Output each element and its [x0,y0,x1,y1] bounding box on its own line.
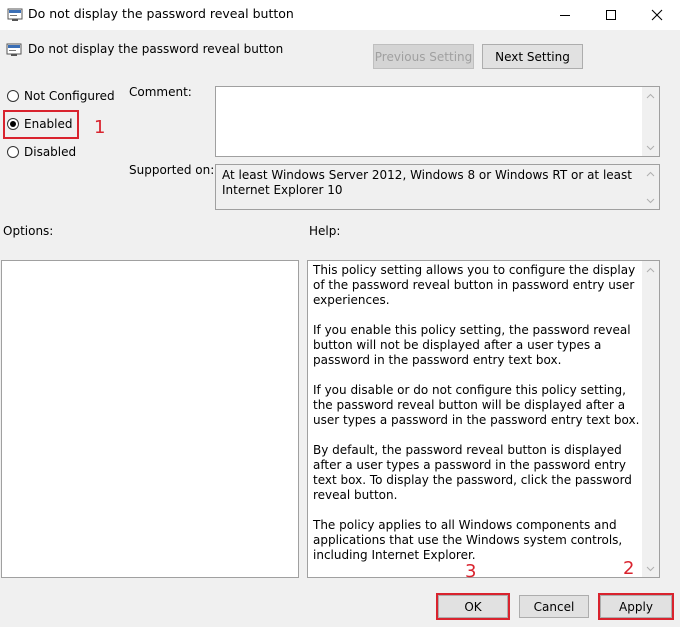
scroll-up-arrow-icon[interactable] [642,165,659,182]
policy-window-icon [7,8,23,21]
options-label: Options: [3,224,54,238]
help-label: Help: [309,224,341,238]
options-panel [1,260,299,578]
scroll-down-arrow-icon[interactable] [642,139,659,156]
next-setting-button[interactable]: Next Setting [482,44,583,69]
radio-circle[interactable] [7,146,19,158]
annotation-box-apply [598,593,674,620]
supported-on-label: Supported on: [129,163,215,177]
annotation-number-3: 3 [465,561,477,582]
annotation-box-ok [436,593,510,620]
radio-disabled[interactable]: Disabled [7,145,76,159]
comment-textarea[interactable] [215,86,660,157]
radio-label: Not Configured [24,89,115,103]
supported-scrollbar[interactable] [642,165,659,209]
title-bar[interactable]: Do not display the password reveal butto… [0,0,680,30]
comment-scrollbar[interactable] [642,87,659,156]
help-paragraph: If you disable or do not configure this … [313,383,640,427]
close-button[interactable] [634,0,680,30]
supported-on-box: At least Windows Server 2012, Windows 8 … [215,164,660,210]
help-paragraph: The policy applies to all Windows compon… [313,518,623,562]
help-text: This policy setting allows you to config… [313,263,645,578]
annotation-number-2: 2 [623,558,635,579]
scroll-down-arrow-icon[interactable] [642,560,659,577]
help-scrollbar[interactable] [642,261,659,577]
close-icon [651,9,663,21]
annotation-number-1: 1 [94,117,106,138]
window-title: Do not display the password reveal butto… [28,6,294,21]
minimize-icon [560,15,570,16]
radio-label: Disabled [24,145,77,159]
help-paragraph: If you enable this policy setting, the p… [313,323,631,367]
comment-label: Comment: [129,85,192,99]
help-paragraph: By default, the password reveal button i… [313,443,632,502]
radio-not-configured[interactable]: Not Configured [7,89,115,103]
scroll-down-arrow-icon[interactable] [642,192,659,209]
supported-on-value: At least Windows Server 2012, Windows 8 … [222,168,632,197]
radio-circle[interactable] [7,90,19,102]
maximize-button[interactable] [588,0,634,30]
cancel-button[interactable]: Cancel [519,595,589,618]
help-panel: This policy setting allows you to config… [307,260,660,578]
minimize-button[interactable] [542,0,588,30]
maximize-icon [606,10,616,20]
previous-setting-button[interactable]: Previous Setting [373,44,474,69]
help-paragraph: This policy setting allows you to config… [313,263,636,307]
scroll-up-arrow-icon[interactable] [642,87,659,104]
policy-icon [6,43,22,56]
scroll-up-arrow-icon[interactable] [642,261,659,278]
policy-title: Do not display the password reveal butto… [28,42,284,56]
annotation-box-enabled [3,110,79,139]
